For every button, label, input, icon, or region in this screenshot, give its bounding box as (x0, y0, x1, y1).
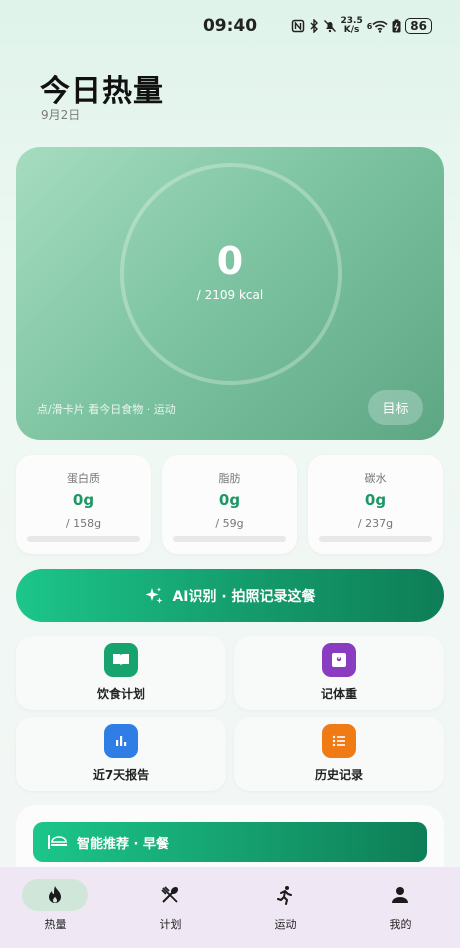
bluetooth-icon (309, 19, 319, 33)
calorie-goal: / 2109 kcal (196, 288, 264, 302)
nav-label: 我的 (389, 918, 412, 931)
tile-label: 近7天报告 (92, 768, 150, 782)
scale-icon (322, 643, 356, 677)
nav-item-profile[interactable]: 我的 (345, 867, 460, 948)
book-icon (104, 643, 138, 677)
status-icons: 23.5 K/s 6 86 (291, 16, 432, 35)
macro-value: 0g (364, 491, 387, 509)
goal-button[interactable]: 目标 (368, 390, 423, 425)
macro-label: 碳水 (364, 472, 387, 485)
tile-weekly-report[interactable]: 近7天报告 (16, 717, 226, 791)
nav-item-exercise[interactable]: 运动 (230, 867, 345, 948)
macro-goal: / 158g (65, 517, 102, 530)
macro-label: 脂肪 (218, 472, 241, 485)
card-hint: 点/滑卡片 看今日食物 · 运动 (37, 403, 176, 416)
page-date: 9月2日 (41, 108, 81, 122)
bottom-nav: 热量 计划 运动 我的 (0, 867, 460, 948)
recommend-breakfast-button[interactable]: 智能推荐 · 早餐 (33, 822, 427, 862)
tile-history[interactable]: 历史记录 (234, 717, 444, 791)
nav-pill (137, 879, 203, 911)
recommend-label: 智能推荐 · 早餐 (77, 836, 169, 852)
nav-item-calories[interactable]: 热量 (0, 867, 115, 948)
list-icon (322, 724, 356, 758)
ai-button-label: AI识别 · 拍照记录这餐 (172, 588, 316, 605)
tile-label: 饮食计划 (96, 687, 145, 701)
battery-icon: 86 (405, 18, 432, 34)
battery-saver-icon (392, 19, 401, 33)
nfc-icon (291, 19, 305, 33)
macro-goal: / 237g (357, 517, 394, 530)
page-title: 今日热量 (40, 74, 164, 109)
nav-label: 热量 (44, 918, 67, 931)
macro-card-protein: 蛋白质 0g / 158g (16, 455, 151, 554)
macro-value: 0g (218, 491, 241, 509)
ai-photo-record-button[interactable]: AI识别 · 拍照记录这餐 (16, 569, 444, 622)
nav-label: 运动 (274, 918, 297, 931)
macro-value: 0g (72, 491, 95, 509)
tile-diet-plan[interactable]: 饮食计划 (16, 636, 226, 710)
nav-pill (367, 879, 433, 911)
nav-label: 计划 (159, 918, 182, 931)
calorie-value: 0 (216, 239, 244, 283)
sparkle-icon (144, 586, 164, 606)
macro-card-fat: 脂肪 0g / 59g (162, 455, 297, 554)
nav-active-pill (22, 879, 88, 911)
running-icon (276, 885, 294, 905)
person-icon (391, 886, 409, 904)
utensils-icon (160, 885, 180, 905)
wifi-icon: 6 (367, 20, 389, 33)
flame-icon (46, 885, 64, 905)
nav-item-plan[interactable]: 计划 (115, 867, 230, 948)
macro-progress-bar (319, 536, 432, 542)
macro-goal: / 59g (215, 517, 244, 530)
bar-chart-icon (104, 724, 138, 758)
breakfast-icon (47, 833, 67, 851)
mute-icon (323, 19, 337, 33)
tile-weight[interactable]: 记体重 (234, 636, 444, 710)
tile-label: 记体重 (320, 687, 357, 701)
calorie-summary-card[interactable]: 0 / 2109 kcal 点/滑卡片 看今日食物 · 运动 目标 (16, 147, 444, 440)
net-speed: 23.5 K/s (340, 16, 363, 35)
macro-card-carbs: 碳水 0g / 237g (308, 455, 443, 554)
macro-label: 蛋白质 (67, 472, 100, 485)
tile-label: 历史记录 (314, 768, 363, 782)
macro-progress-bar (173, 536, 286, 542)
nav-pill (252, 879, 318, 911)
macro-progress-bar (27, 536, 140, 542)
status-bar: 09:40 23.5 K/s 6 86 (0, 0, 460, 54)
